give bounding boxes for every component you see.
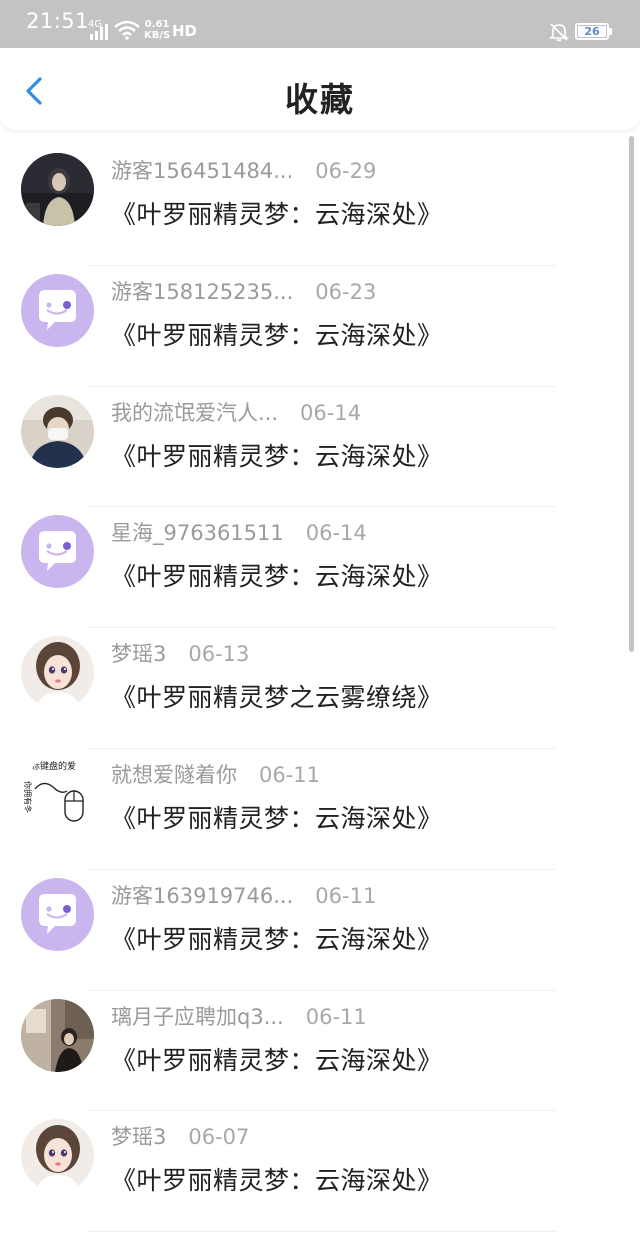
signal-icon (90, 24, 108, 40)
battery-indicator: 26 (575, 23, 609, 40)
item-meta: 梦瑶3 06-13 (111, 638, 249, 668)
network-speed: 0.61 KB/S (144, 19, 171, 41)
username: 游客163919746... (111, 883, 294, 908)
date: 06-11 (259, 762, 321, 787)
username: 游客156451484... (111, 159, 294, 183)
item-meta: 游客156451484... 06-29 (111, 155, 376, 185)
date: 06-14 (305, 521, 367, 546)
status-bar: 21:51 4G 0.61 KB/S HD 26 (0, 0, 640, 48)
divider (88, 1231, 556, 1233)
item-meta: 游客163919746... 06-11 (111, 880, 376, 910)
header: 收藏 (0, 48, 640, 130)
wifi-icon (114, 20, 140, 40)
favorite-title: 《叶罗丽精灵梦：云海深处》 (111, 803, 443, 833)
item-meta: 星海_976361511 06-14 (111, 517, 367, 547)
date: 06-11 (305, 1004, 367, 1029)
avatar[interactable] (21, 998, 94, 1072)
page-title: 收藏 (285, 80, 355, 119)
favorite-title: 《叶罗丽精灵梦：云海深处》 (111, 562, 443, 592)
date: 06-23 (315, 279, 377, 304)
hd-indicator: HD (172, 22, 198, 40)
date: 06-13 (188, 642, 250, 667)
scrollbar[interactable] (629, 136, 634, 652)
avatar[interactable] (21, 636, 94, 710)
username: 我的流氓爱汽人... (111, 400, 279, 425)
avatar[interactable] (21, 153, 94, 226)
favorite-title: 《叶罗丽精灵梦：云海深处》 (111, 441, 443, 471)
username: 璃月子应聘加q3... (111, 1004, 284, 1029)
favorite-title: 《叶罗丽精灵梦：云海深处》 (111, 1166, 443, 1196)
list-item[interactable]: 游客156451484... 06-29 《叶罗丽精灵梦：云海深处》 (0, 145, 640, 266)
username: 就想爱隧着你 (111, 762, 237, 787)
status-time: 21:51 (26, 9, 90, 33)
list-item[interactable]: 游客158125235... 06-23 《叶罗丽精灵梦：云海深处》 (0, 266, 640, 387)
item-meta: 我的流氓爱汽人... 06-14 (111, 397, 361, 427)
list-item[interactable]: 梦瑶3 06-07 《叶罗丽精灵梦：云海深处》 (0, 1111, 640, 1233)
list-item[interactable]: 星海_976361511 06-14 《叶罗丽精灵梦：云海深处》 (0, 507, 640, 629)
date: 06-29 (315, 159, 377, 183)
item-meta: 璃月子应聘加q3... 06-11 (111, 1001, 367, 1031)
svg-text:你拥有冬: 你拥有冬 (23, 781, 33, 813)
bell-off-icon (549, 23, 569, 42)
date: 06-11 (315, 883, 377, 908)
item-meta: 游客158125235... 06-23 (111, 276, 376, 306)
list-item[interactable]: 标键盘的爱 你拥有冬 就想爱隧着你 06-11 《叶罗丽精灵梦：云海深处》 (0, 749, 640, 870)
favorite-title: 《叶罗丽精灵梦：云海深处》 (111, 320, 443, 350)
avatar[interactable] (21, 394, 94, 468)
date: 06-07 (188, 1125, 250, 1150)
date: 06-14 (300, 400, 362, 425)
favorite-title: 《叶罗丽精灵梦：云海深处》 (111, 1045, 443, 1075)
list-item[interactable]: 我的流氓爱汽人... 06-14 《叶罗丽精灵梦：云海深处》 (0, 387, 640, 508)
avatar[interactable] (21, 273, 94, 347)
item-meta: 就想爱隧着你 06-11 (111, 759, 320, 789)
favorite-title: 《叶罗丽精灵梦之云雾缭绕》 (111, 683, 443, 713)
avatar[interactable] (21, 877, 94, 951)
favorite-title: 《叶罗丽精灵梦：云海深处》 (111, 924, 443, 954)
username: 梦瑶3 (111, 1125, 167, 1150)
username: 星海_976361511 (111, 521, 284, 546)
username: 梦瑶3 (111, 642, 167, 667)
list-item[interactable]: 梦瑶3 06-13 《叶罗丽精灵梦之云雾缭绕》 (0, 628, 640, 749)
battery-tip (609, 28, 612, 35)
username: 游客158125235... (111, 279, 294, 304)
favorites-list: 游客156451484... 06-29 《叶罗丽精灵梦：云海深处》 游客15812… (0, 145, 640, 1233)
favorite-title: 《叶罗丽精灵梦：云海深处》 (111, 200, 443, 229)
avatar[interactable] (21, 1119, 94, 1193)
list-item[interactable]: 游客163919746... 06-11 《叶罗丽精灵梦：云海深处》 (0, 870, 640, 991)
avatar[interactable]: 标键盘的爱 你拥有冬 (21, 756, 94, 830)
svg-text:标键盘的爱: 标键盘的爱 (31, 760, 76, 772)
item-meta: 梦瑶3 06-07 (111, 1121, 249, 1151)
avatar[interactable] (21, 515, 94, 589)
list-item[interactable]: 璃月子应聘加q3... 06-11 《叶罗丽精灵梦：云海深处》 (0, 991, 640, 1112)
